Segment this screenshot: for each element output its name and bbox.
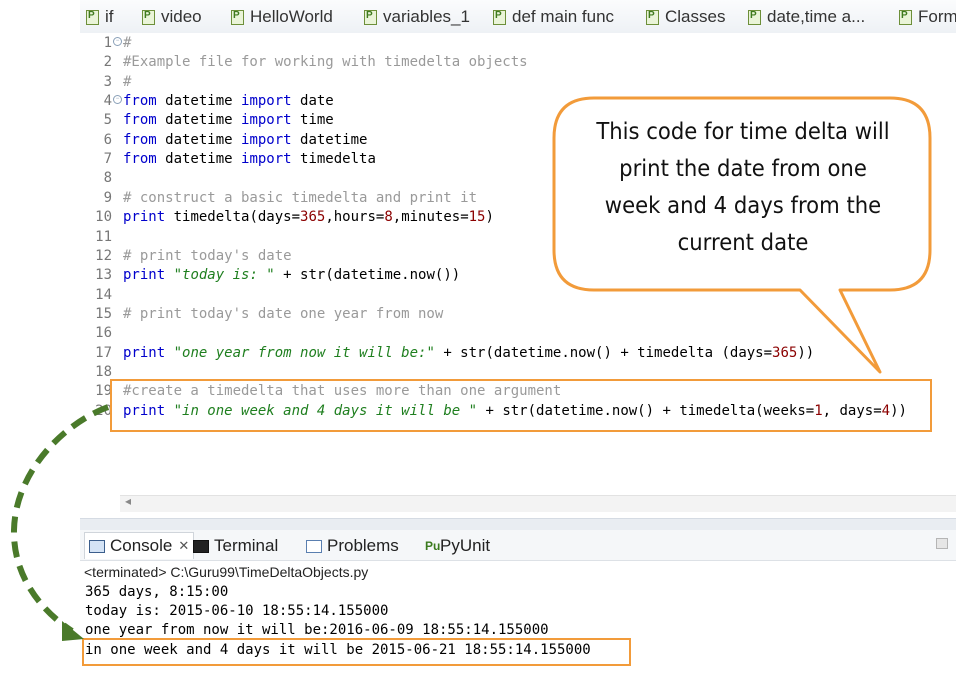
python-file-icon — [86, 9, 99, 25]
tab-label: HelloWorld — [250, 7, 333, 26]
tab-problems[interactable]: Problems — [306, 535, 399, 557]
python-file-icon — [748, 9, 761, 25]
tab-def-main-func[interactable]: def main func — [493, 6, 614, 28]
line-number: 9 — [103, 189, 112, 206]
terminal-icon — [193, 539, 209, 553]
python-file-icon — [142, 9, 155, 25]
python-file-icon — [231, 9, 244, 25]
fold-toggle-icon[interactable]: − — [113, 95, 122, 105]
arrow-head-icon — [62, 621, 84, 641]
tab-label: video — [161, 7, 202, 26]
tab-if[interactable]: if — [86, 6, 114, 28]
code-line[interactable]: from datetime import time — [123, 111, 334, 130]
line-number: 11 — [95, 228, 112, 245]
python-file-icon — [899, 9, 912, 25]
python-file-icon — [364, 9, 377, 25]
code-line[interactable]: # print today's date one year from now — [123, 305, 443, 324]
console-tab-bar: Console ✕ Terminal Problems Pu PyUnit — [80, 530, 956, 561]
code-line[interactable]: print timedelta(days=365,hours=8,minutes… — [123, 208, 494, 227]
line-number: 10 — [95, 209, 112, 226]
code-line[interactable]: # construct a basic timedelta and print … — [123, 189, 477, 208]
tab-label: Classes — [665, 7, 726, 26]
line-number: 12 — [95, 247, 112, 264]
tab-terminal[interactable]: Terminal — [193, 535, 278, 557]
console-line: today is: 2015-06-10 18:55:14.155000 — [85, 603, 389, 619]
close-icon[interactable]: ✕ — [178, 538, 189, 554]
arrow-annotation — [10, 404, 110, 641]
line-number: 8 — [103, 170, 112, 187]
tab-label: variables_1 — [383, 7, 470, 26]
line-number: 15 — [95, 305, 112, 322]
line-number: 14 — [95, 286, 112, 303]
code-line[interactable]: #Example file for working with timedelta… — [123, 53, 528, 72]
line-number: 6 — [103, 131, 112, 148]
line-number: 13 — [95, 267, 112, 284]
tab-helloworld[interactable]: HelloWorld — [231, 6, 333, 28]
code-line[interactable]: from datetime import timedelta — [123, 150, 376, 169]
tab-label: def main func — [512, 7, 615, 26]
output-highlight-box — [82, 638, 631, 666]
python-file-icon — [646, 9, 659, 25]
tab-label: date,time a... — [767, 7, 866, 26]
code-line[interactable]: # — [123, 73, 131, 92]
line-number: 7 — [103, 151, 112, 168]
line-number: 18 — [95, 363, 112, 380]
tab-classes[interactable]: Classes — [646, 6, 725, 28]
code-line[interactable]: from datetime import date — [123, 92, 334, 111]
line-number: 3 — [103, 73, 112, 90]
code-line[interactable]: from datetime import datetime — [123, 131, 367, 150]
pyunit-icon: Pu — [425, 538, 441, 553]
line-number: 1 — [103, 35, 112, 51]
editor-tab-bar: if video HelloWorld variables_1 def main… — [80, 0, 956, 34]
tab-label: PyUnit — [440, 536, 491, 555]
tab-label: Form — [918, 7, 956, 26]
tab-variables-1[interactable]: variables_1 — [364, 6, 470, 28]
code-line[interactable]: # print today's date — [123, 247, 292, 266]
line-number: 5 — [103, 112, 112, 129]
tab-video[interactable]: video — [142, 6, 202, 28]
horizontal-scrollbar[interactable]: ◂ — [120, 494, 956, 512]
minimize-icon[interactable] — [936, 538, 948, 549]
line-number: 4 — [103, 93, 112, 110]
python-file-icon — [493, 9, 506, 25]
fold-toggle-icon[interactable]: − — [113, 37, 122, 46]
problems-icon — [306, 539, 322, 553]
code-line[interactable]: print "today is: " + str(datetime.now()) — [123, 266, 460, 285]
tab-label: Terminal — [214, 536, 279, 555]
tab-date-time[interactable]: date,time a... — [748, 6, 865, 28]
tab-label: if — [105, 7, 114, 26]
callout-text: This code for time delta will print the … — [596, 119, 890, 256]
code-line[interactable]: # — [123, 34, 131, 53]
line-number: 16 — [95, 325, 112, 342]
line-number: 2 — [103, 54, 112, 71]
tab-label: Problems — [327, 536, 399, 555]
tab-form[interactable]: Form — [899, 6, 956, 28]
line-number: 17 — [95, 344, 112, 361]
tab-pyunit[interactable]: Pu PyUnit — [425, 535, 490, 557]
